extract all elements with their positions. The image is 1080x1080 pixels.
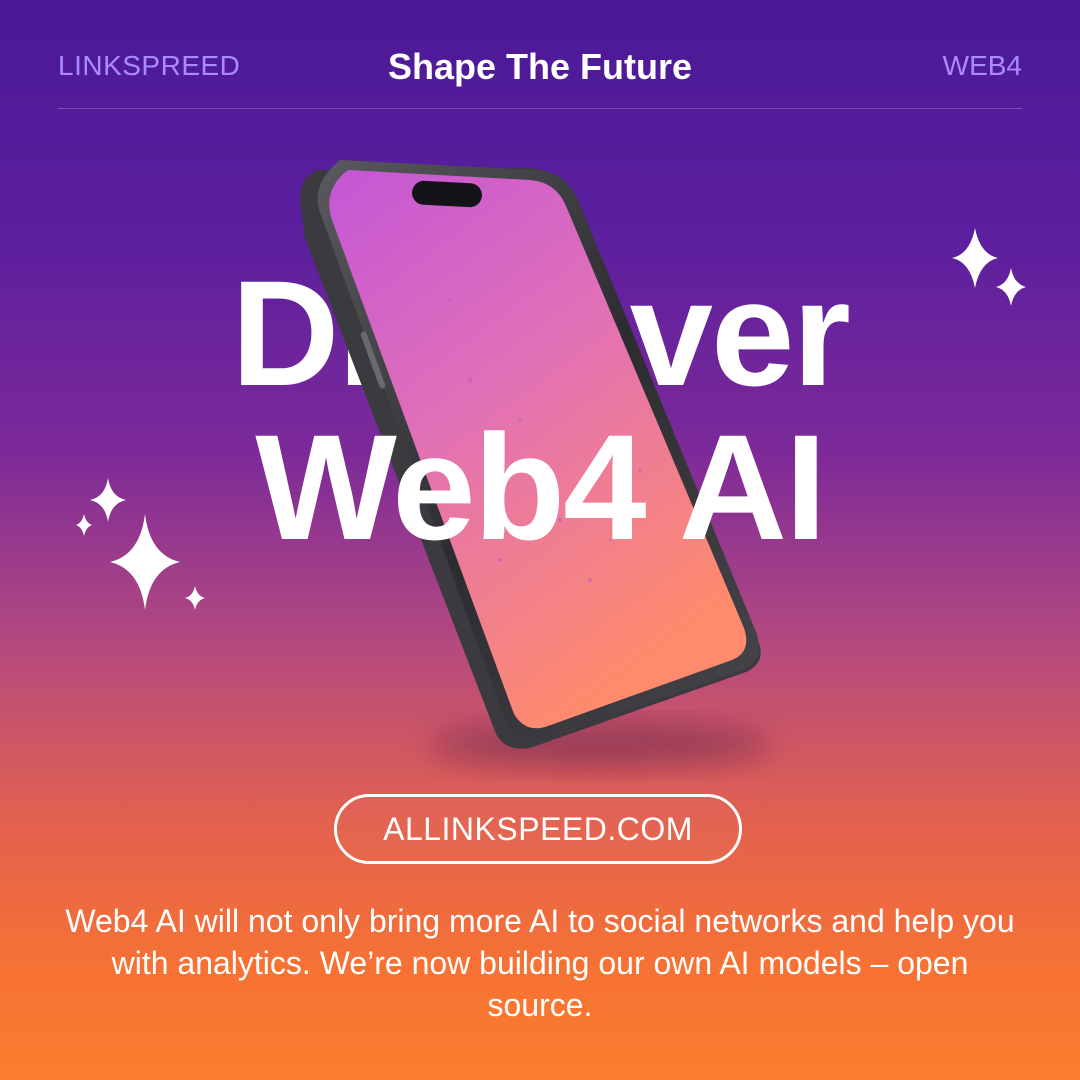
headline-line-1: Discover [231, 249, 851, 417]
website-link-button[interactable]: ALLINKSPEED.COM [334, 794, 742, 864]
poster: LINKSPREED Shape The Future WEB4 Discove… [0, 0, 1080, 1080]
website-link-label: ALLINKSPEED.COM [383, 810, 693, 847]
description-text: Web4 AI will not only bring more AI to s… [65, 903, 1015, 1023]
sparkle-icon [185, 586, 205, 610]
headline-line-2: Web4 AI [255, 403, 826, 571]
